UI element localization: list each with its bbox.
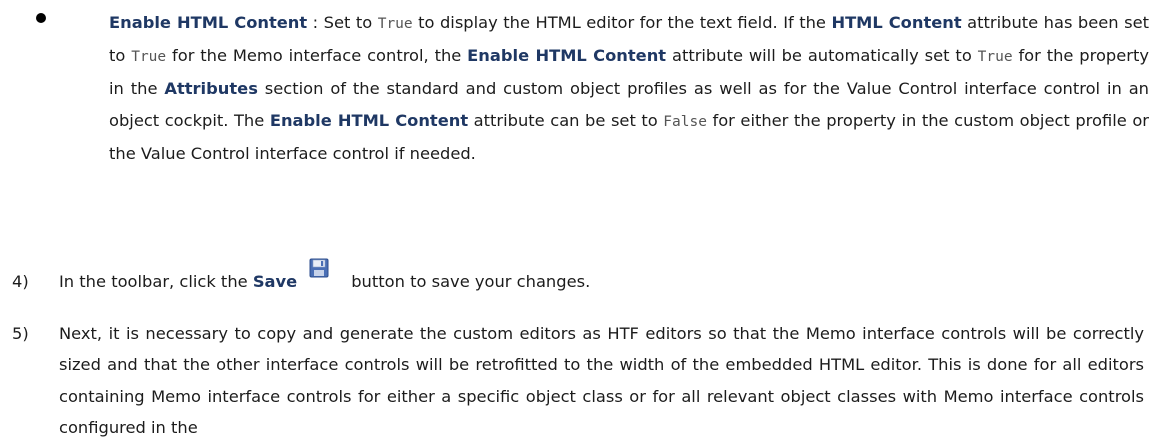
text-span: button to save your changes. xyxy=(351,272,591,291)
step-text: In the toolbar, click the Save button to… xyxy=(59,258,1159,296)
save-label: Save xyxy=(252,272,298,291)
step-number: 5) xyxy=(12,324,29,343)
code-value: True xyxy=(131,49,167,66)
step-text: Next, it is necessary to copy and genera… xyxy=(59,324,1144,437)
save-floppy-icon[interactable] xyxy=(309,258,329,278)
code-value: False xyxy=(663,114,707,131)
text-span: to display the HTML editor for the text … xyxy=(412,13,832,32)
code-value: True xyxy=(977,49,1013,66)
bold-term: Enable HTML Content xyxy=(109,13,308,32)
bold-term: Enable HTML Content xyxy=(467,46,667,66)
bold-term: Attributes xyxy=(164,79,258,99)
step-number: 4) xyxy=(12,272,29,291)
bullet-dot xyxy=(36,13,46,23)
bold-term: Enable HTML Content xyxy=(269,111,469,131)
bold-term: HTML Content xyxy=(831,13,962,32)
text-span: attribute can be set to xyxy=(468,111,664,131)
text-span: : Set to xyxy=(307,13,378,32)
bullet-paragraph: Enable HTML Content : Set to True to dis… xyxy=(109,7,1149,170)
text-span: In the toolbar, click the xyxy=(59,272,253,291)
code-value: True xyxy=(377,16,413,32)
text-span: for the Memo interface control, the xyxy=(166,46,468,66)
text-span: attribute will be automatically set to xyxy=(666,46,978,66)
